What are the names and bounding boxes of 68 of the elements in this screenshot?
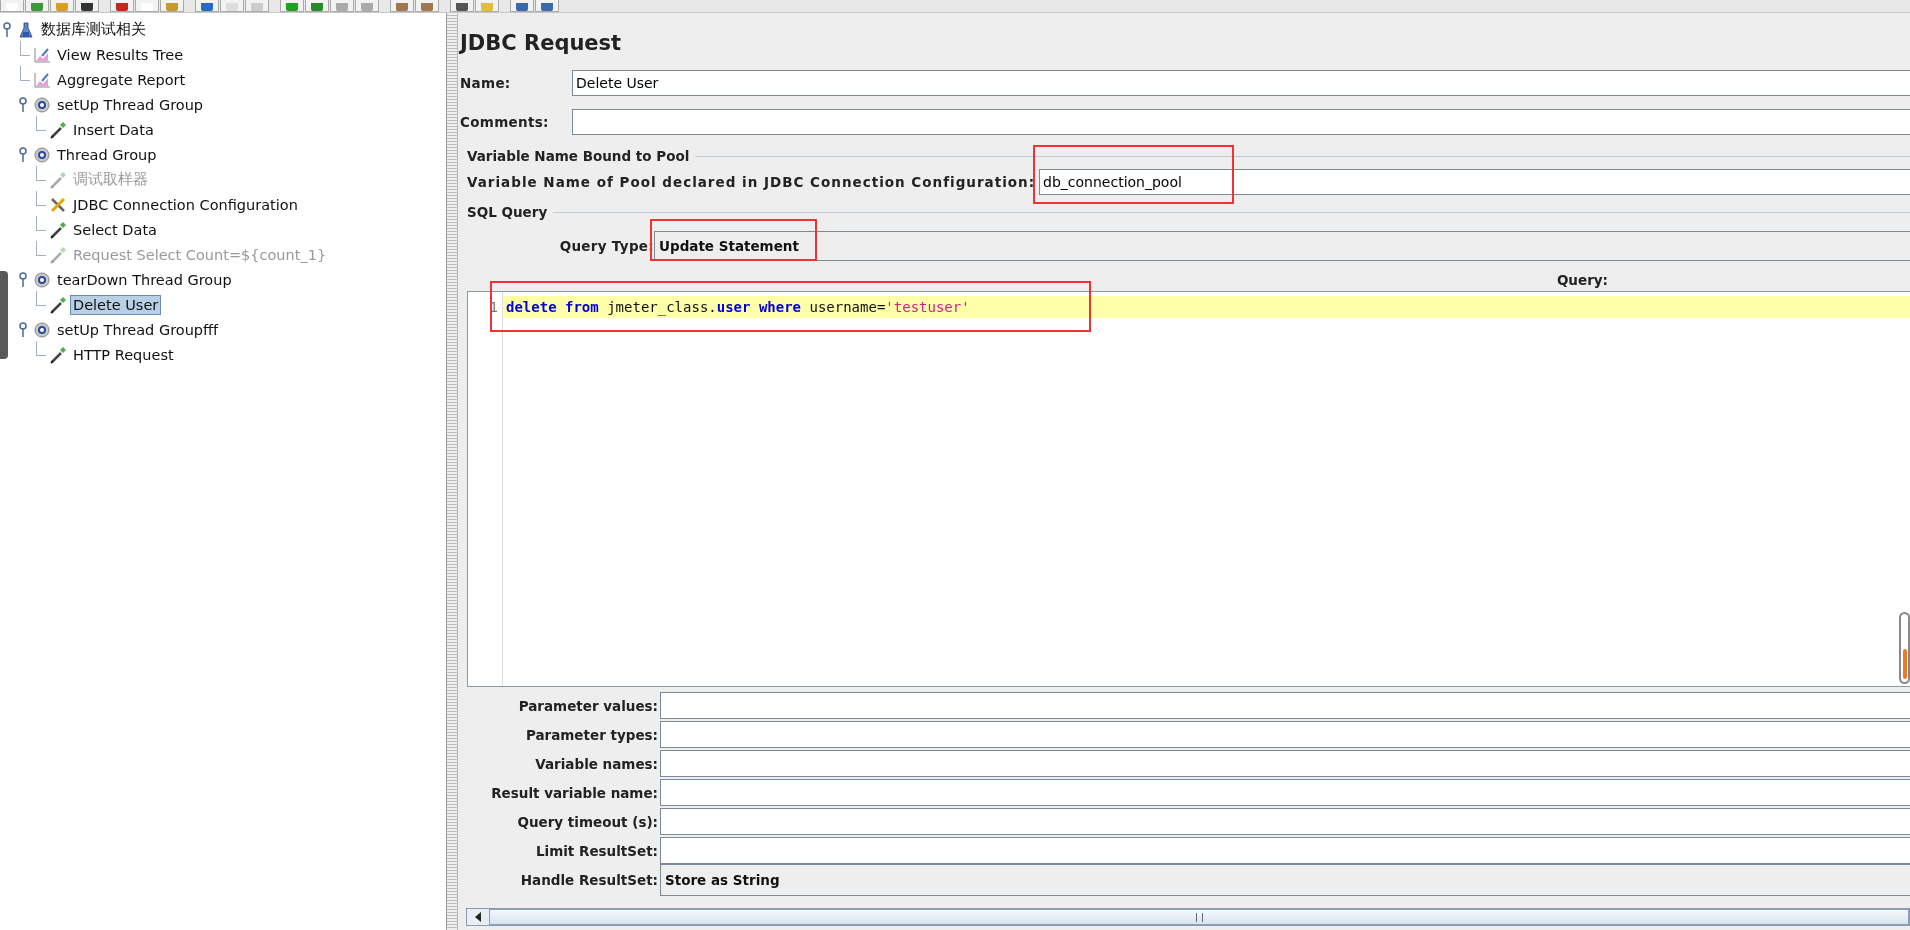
- toolbar-button[interactable]: [450, 0, 474, 12]
- tree-item[interactable]: Insert Data: [70, 119, 157, 140]
- line-number: 1: [488, 298, 499, 317]
- tree-item[interactable]: setUp Thread Group: [54, 94, 207, 115]
- expand-handle[interactable]: [19, 146, 27, 163]
- flask-icon: [17, 20, 35, 39]
- expand-handle[interactable]: [19, 321, 27, 338]
- field-label: Limit ResultSet:: [534, 842, 659, 859]
- field-label: Parameter types:: [524, 726, 659, 743]
- tree-item[interactable]: Select Data: [70, 219, 160, 240]
- group-title: SQL Query: [467, 204, 548, 220]
- expand-handle[interactable]: [19, 271, 27, 288]
- gear-icon: [33, 145, 51, 164]
- pipette-icon: [49, 295, 67, 314]
- side-handle[interactable]: [0, 271, 8, 359]
- field-label: Variable Name of Pool declared in JDBC Connection Configuration:: [467, 174, 1036, 190]
- tree-item[interactable]: JDBC Connection Configuration: [70, 194, 301, 215]
- tree-item[interactable]: Thread Group: [54, 144, 160, 165]
- pipette-icon: [49, 220, 67, 239]
- gear-icon: [33, 270, 51, 289]
- toolbar-button[interactable]: [195, 0, 219, 12]
- tree-item[interactable]: 数据库测试相关: [38, 18, 149, 41]
- text-field[interactable]: [572, 108, 1910, 135]
- toolbar-button[interactable]: [110, 0, 134, 12]
- field-label: Parameter values:: [517, 697, 659, 714]
- toolbar-button[interactable]: [75, 0, 99, 12]
- text-field[interactable]: [660, 837, 1910, 864]
- toolbar-button[interactable]: [510, 0, 534, 12]
- text-field[interactable]: db_connection_pool: [1039, 169, 1910, 195]
- dropdown[interactable]: Update Statement: [654, 231, 1910, 261]
- chart-icon: [33, 45, 51, 64]
- tree-item[interactable]: setUp Thread Groupfff: [54, 319, 222, 340]
- text-field[interactable]: [660, 721, 1910, 748]
- text-field[interactable]: [660, 779, 1910, 806]
- text-field[interactable]: [660, 750, 1910, 777]
- gear-icon: [33, 95, 51, 114]
- pipette-icon: [49, 345, 67, 364]
- text-field[interactable]: [660, 692, 1910, 719]
- tree-item[interactable]: HTTP Request: [70, 344, 177, 365]
- text-field[interactable]: [660, 808, 1910, 835]
- expand-handle[interactable]: [19, 96, 27, 113]
- text-field[interactable]: Delete User: [572, 69, 1910, 96]
- pipette-icon: [49, 120, 67, 139]
- field-label: Handle ResultSet:: [519, 871, 659, 888]
- toolbar-button[interactable]: [535, 0, 559, 12]
- field-label: Result variable name:: [490, 784, 659, 801]
- tree-item[interactable]: tearDown Thread Group: [54, 269, 235, 290]
- tools-icon: [49, 195, 67, 214]
- dropdown[interactable]: Store as String: [660, 863, 1910, 896]
- scroll-left-arrow[interactable]: [475, 912, 481, 922]
- field-label: Variable names:: [534, 755, 659, 772]
- column-header: Query:: [1556, 272, 1608, 288]
- gear-icon: [33, 320, 51, 339]
- panel-title: JDBC Request: [460, 30, 623, 57]
- gauge-icon: [1899, 612, 1910, 684]
- field-label: Name:: [460, 74, 512, 91]
- tree-item[interactable]: View Results Tree: [54, 44, 187, 65]
- pipette-icon: [49, 170, 67, 189]
- field-label: Comments:: [460, 113, 550, 130]
- field-label: Query timeout (s):: [516, 813, 659, 830]
- tree-item[interactable]: Aggregate Report: [54, 69, 189, 90]
- pipette-icon: [49, 245, 67, 264]
- group-title: Variable Name Bound to Pool: [467, 148, 690, 164]
- code-editor[interactable]: 1 delete from jmeter_class.user where username='testuser': [467, 291, 1910, 687]
- chart-icon: [33, 70, 51, 89]
- expand-handle[interactable]: [3, 21, 11, 38]
- code-line: delete from jmeter_class.user where username='testuser': [505, 299, 970, 315]
- tree-item[interactable]: Delete User: [70, 294, 162, 315]
